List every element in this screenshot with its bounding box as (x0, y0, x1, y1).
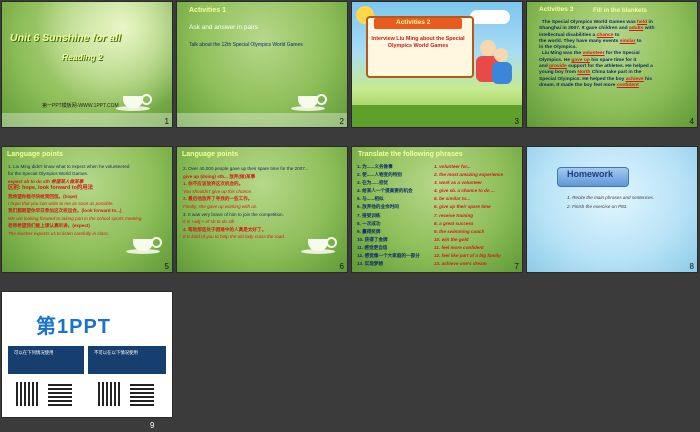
info-panel-title: 可以在下列情况使用 (14, 350, 54, 355)
slide-thumbnail-8[interactable]: Homework 1. Recite the main phrases and … (526, 146, 698, 273)
slide-thumbnail-9[interactable]: 第1PPT 可以在下列情况使用 不可以在以下情况使用 9 (1, 291, 173, 418)
slide-title: Activities 1 (189, 7, 226, 14)
slide-title: Activities 2 (396, 19, 431, 26)
slide-thumbnail-5[interactable]: Language points 1. Liu Ming didn't know … (1, 146, 173, 273)
qr-code-4 (130, 382, 154, 406)
homework-list: 1. Recite the main phrases and sentences… (567, 195, 655, 209)
footer-bar (2, 113, 172, 127)
slide-body: 2. Over 40,000 people gave up their spar… (183, 166, 309, 240)
qr-code-3 (98, 382, 122, 406)
slide-title: Translate the following phrases (358, 151, 463, 158)
slide-subtitle: Reading 2 (62, 52, 103, 62)
slide-thumbnail-1[interactable]: Unit 6 Sunshine for all Reading 2 第一PPT模… (1, 1, 173, 128)
teacup-icon (116, 94, 152, 111)
teacup-icon (291, 94, 327, 111)
slide-number: 3 (514, 117, 519, 126)
slide-title: Activities 3 (539, 6, 574, 13)
qr-code-1 (16, 382, 40, 406)
brand-logo: 第1PPT (36, 316, 112, 338)
info-panel-right: 不可以在以下情况使用 (88, 346, 166, 374)
qr-code-2 (48, 382, 72, 406)
slide-body: 1. Liu Ming didn't know what to expect w… (8, 164, 142, 236)
slide-footer: 第一PPT模板网-WWW.1PPT.COM (42, 103, 119, 109)
slide-subtitle: Ask and answer in pairs (189, 24, 259, 31)
teacup-icon (126, 237, 162, 254)
slide-number: 6 (339, 262, 344, 271)
phrase-list-english: 1. volunteer for... 2. the most amazing e… (434, 164, 504, 267)
fill-blank-text: The Special Olympics World Games was hel… (539, 20, 655, 88)
info-panel-title: 不可以在以下情况使用 (94, 350, 138, 355)
slide-thumbnail-3[interactable]: Activities 2 Interview Liu Ming about th… (351, 1, 523, 128)
phrase-list-chinese: 1. 为......义务做事 2. 使......人物变的特别 3. 在为.....… (357, 164, 420, 267)
slide-title: Unit 6 Sunshine for all (10, 32, 121, 44)
slide-thumbnail-7[interactable]: Translate the following phrases 1. 为....… (351, 146, 523, 273)
slide-number: 5 (164, 262, 169, 271)
slide-subtitle: Fill in the blankets (593, 7, 647, 14)
slide-number: 2 (339, 117, 344, 126)
slide-thumbnail-2[interactable]: Activities 1 Ask and answer in pairs Tal… (176, 1, 348, 128)
slide-title: Language points (7, 151, 63, 158)
cartoon-kids-illustration (472, 40, 514, 100)
slide-number: 4 (689, 117, 694, 126)
slide-number: 8 (689, 262, 694, 271)
footer-bar (177, 113, 347, 127)
slide-body: Interview Liu Ming about the Special Oly… (371, 36, 465, 49)
slide-number: 1 (164, 117, 169, 126)
grass-decoration (352, 105, 522, 127)
slide-number: 7 (514, 262, 519, 271)
info-panel-left: 可以在下列情况使用 (8, 346, 84, 374)
slide-title: Language points (182, 151, 238, 158)
slide-title: Homework (567, 169, 614, 179)
slide-number-below: 9 (150, 421, 155, 430)
slide-thumbnail-4[interactable]: Activities 3 Fill in the blankets The Sp… (526, 1, 698, 128)
slide-thumbnail-6[interactable]: Language points 2. Over 40,000 people ga… (176, 146, 348, 273)
cloud-decoration (470, 10, 510, 24)
teacup-icon (301, 237, 337, 254)
slide-body: Talk about the 12th Special Olympics Wor… (189, 42, 303, 48)
